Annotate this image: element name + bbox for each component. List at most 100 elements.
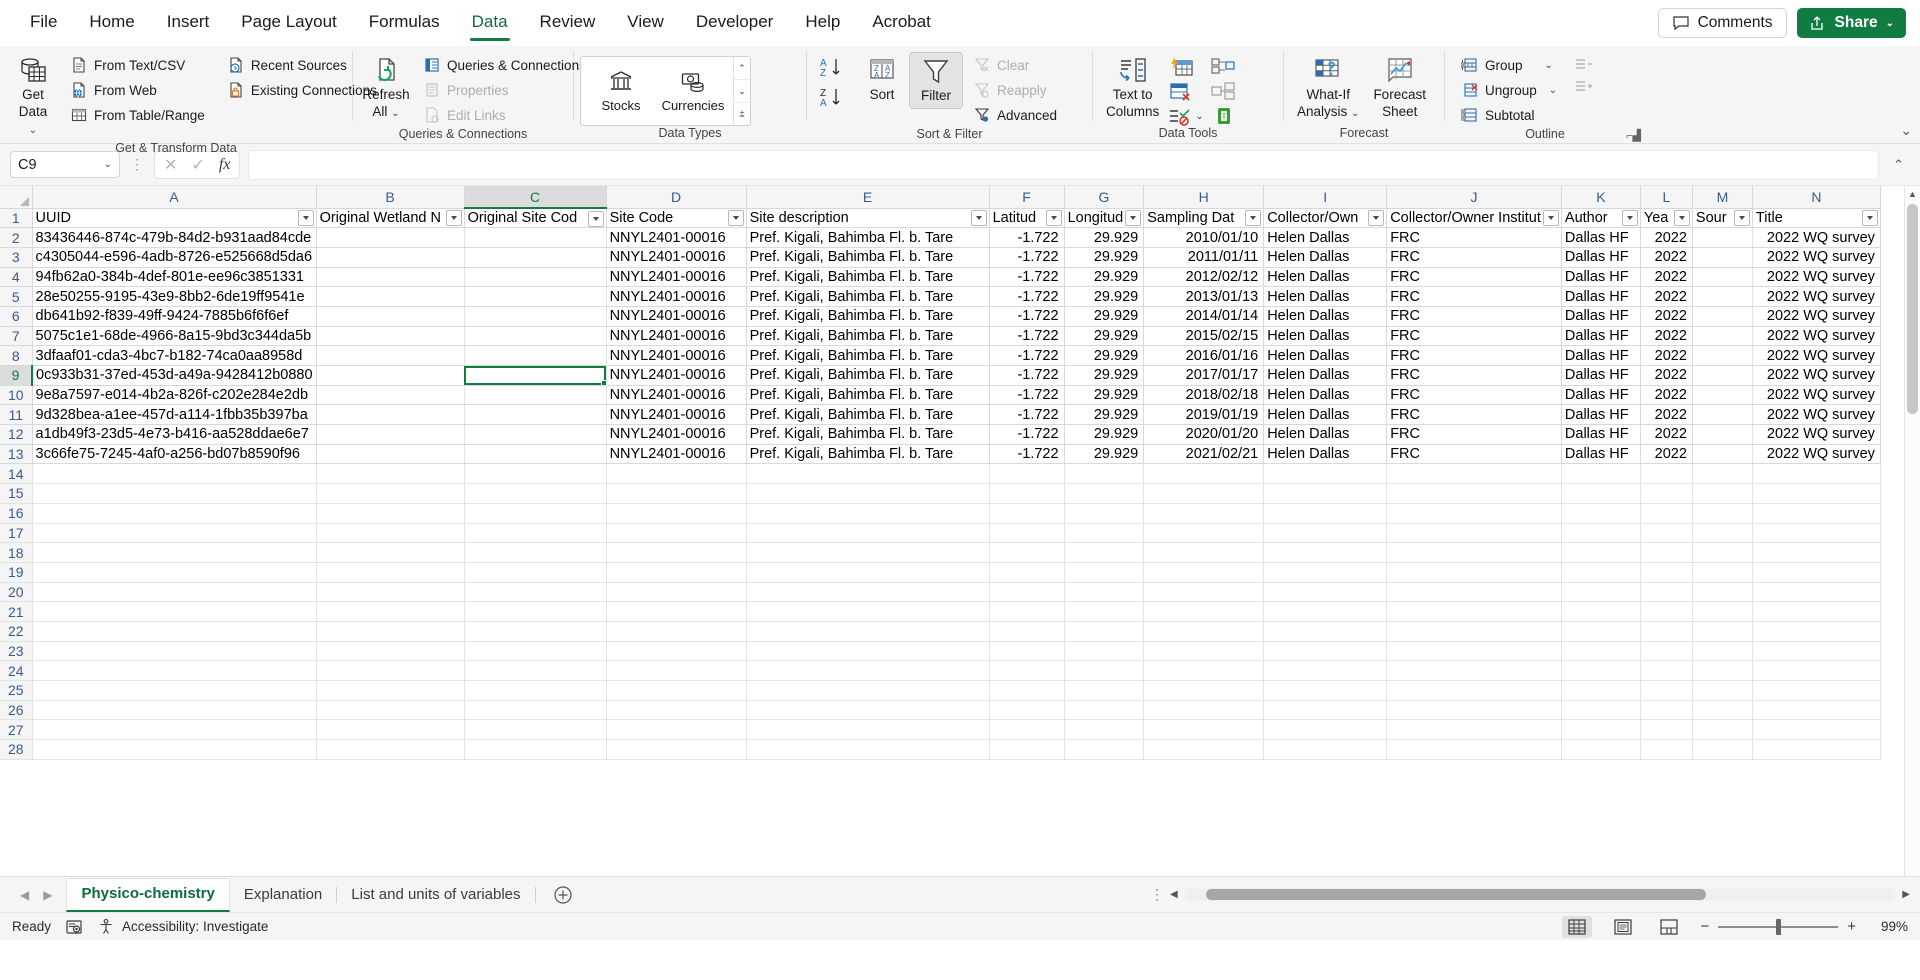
cell-N12[interactable]: 2022 WQ survey xyxy=(1752,424,1881,445)
normal-view-button[interactable] xyxy=(1562,915,1593,938)
column-filter-header-I[interactable]: Collector/Own xyxy=(1263,208,1388,229)
cell-M26[interactable] xyxy=(1692,700,1753,721)
row-header-19[interactable]: 19 xyxy=(0,562,33,583)
cell-N28[interactable] xyxy=(1752,739,1881,760)
cell-F21[interactable] xyxy=(989,601,1065,622)
row-header-17[interactable]: 17 xyxy=(0,523,33,544)
cell-I12[interactable]: Helen Dallas xyxy=(1263,424,1388,445)
cell-N17[interactable] xyxy=(1752,523,1881,544)
cell-D23[interactable] xyxy=(606,641,747,662)
cell-B24[interactable] xyxy=(316,660,465,681)
cell-L19[interactable] xyxy=(1640,562,1693,583)
cell-M6[interactable] xyxy=(1692,306,1753,327)
cell-M20[interactable] xyxy=(1692,582,1753,603)
column-header-J[interactable]: J xyxy=(1386,186,1562,209)
cell-H2[interactable]: 2010/01/10 xyxy=(1143,227,1265,248)
cell-J26[interactable] xyxy=(1386,700,1562,721)
cell-L6[interactable]: 2022 xyxy=(1640,306,1693,327)
cell-I2[interactable]: Helen Dallas xyxy=(1263,227,1388,248)
cell-G9[interactable]: 29.929 xyxy=(1064,365,1145,386)
cell-H17[interactable] xyxy=(1143,523,1265,544)
cell-K4[interactable]: Dallas HF xyxy=(1561,267,1641,288)
cell-B7[interactable] xyxy=(316,326,465,347)
cell-C28[interactable] xyxy=(464,739,607,760)
cell-J21[interactable] xyxy=(1386,601,1562,622)
cell-K2[interactable]: Dallas HF xyxy=(1561,227,1641,248)
formula-input[interactable] xyxy=(248,149,1880,180)
formula-bar-handle[interactable]: ⋮ xyxy=(128,156,146,173)
cell-H24[interactable] xyxy=(1143,660,1265,681)
row-header-12[interactable]: 12 xyxy=(0,424,33,445)
advanced-filter-button[interactable]: Advanced xyxy=(967,103,1063,127)
ribbon-tab-acrobat[interactable]: Acrobat xyxy=(856,6,947,41)
cell-M23[interactable] xyxy=(1692,641,1753,662)
cell-M13[interactable] xyxy=(1692,444,1753,465)
cell-B17[interactable] xyxy=(316,523,465,544)
cell-E9[interactable]: Pref. Kigali, Bahimba Fl. b. Tare xyxy=(746,365,990,386)
cell-B26[interactable] xyxy=(316,700,465,721)
row-header-24[interactable]: 24 xyxy=(0,660,33,681)
cell-G18[interactable] xyxy=(1064,542,1145,563)
cell-I15[interactable] xyxy=(1263,483,1388,504)
cell-M10[interactable] xyxy=(1692,385,1753,406)
cell-A23[interactable] xyxy=(32,641,317,662)
cell-F5[interactable]: -1.722 xyxy=(989,286,1065,307)
cell-L13[interactable]: 2022 xyxy=(1640,444,1693,465)
cell-F23[interactable] xyxy=(989,641,1065,662)
cell-J7[interactable]: FRC xyxy=(1386,326,1562,347)
cell-M28[interactable] xyxy=(1692,739,1753,760)
row-header-2[interactable]: 2 xyxy=(0,227,33,248)
cell-I14[interactable] xyxy=(1263,463,1388,485)
cell-K24[interactable] xyxy=(1561,660,1641,681)
row-header-20[interactable]: 20 xyxy=(0,582,33,603)
cell-K5[interactable]: Dallas HF xyxy=(1561,286,1641,307)
filter-dropdown-I[interactable] xyxy=(1368,210,1385,226)
cell-D21[interactable] xyxy=(606,601,747,622)
cell-D28[interactable] xyxy=(606,739,747,760)
cell-K10[interactable]: Dallas HF xyxy=(1561,385,1641,406)
cell-B18[interactable] xyxy=(316,542,465,563)
cell-H20[interactable] xyxy=(1143,582,1265,603)
accessibility-status[interactable]: Accessibility: Investigate xyxy=(97,918,268,936)
cell-D7[interactable]: NNYL2401-00016 xyxy=(606,326,747,347)
cell-J6[interactable]: FRC xyxy=(1386,306,1562,327)
cell-I4[interactable]: Helen Dallas xyxy=(1263,267,1388,288)
cell-D22[interactable] xyxy=(606,621,747,642)
cell-A5[interactable]: 28e50255-9195-43e9-8bb2-6de19ff9541e xyxy=(32,286,317,307)
cell-B23[interactable] xyxy=(316,641,465,662)
cell-N2[interactable]: 2022 WQ survey xyxy=(1752,227,1881,248)
cell-J28[interactable] xyxy=(1386,739,1562,760)
cell-I25[interactable] xyxy=(1263,680,1388,701)
group-button[interactable]: Group ⌄ xyxy=(1455,53,1563,77)
row-header-13[interactable]: 13 xyxy=(0,444,33,465)
column-header-G[interactable]: G xyxy=(1064,186,1145,209)
cell-D4[interactable]: NNYL2401-00016 xyxy=(606,267,747,288)
filter-dropdown-L[interactable] xyxy=(1673,210,1690,226)
cell-B22[interactable] xyxy=(316,621,465,642)
cell-L8[interactable]: 2022 xyxy=(1640,345,1693,366)
cell-M18[interactable] xyxy=(1692,542,1753,563)
cell-L27[interactable] xyxy=(1640,719,1693,741)
gallery-scrollbar[interactable]: ⌃ ⌄ ⩲ xyxy=(733,57,750,125)
cell-A21[interactable] xyxy=(32,601,317,622)
cell-L14[interactable] xyxy=(1640,463,1693,485)
relationships-icon[interactable] xyxy=(1210,81,1236,101)
cell-A16[interactable] xyxy=(32,503,317,524)
column-filter-header-N[interactable]: Title xyxy=(1752,208,1881,229)
cell-E11[interactable]: Pref. Kigali, Bahimba Fl. b. Tare xyxy=(746,404,990,426)
cell-N21[interactable] xyxy=(1752,601,1881,622)
sort-button[interactable]: Z A A Z Sort xyxy=(855,52,909,107)
filter-dropdown-K[interactable] xyxy=(1621,210,1638,226)
cell-K7[interactable]: Dallas HF xyxy=(1561,326,1641,347)
cell-C19[interactable] xyxy=(464,562,607,583)
cell-B27[interactable] xyxy=(316,719,465,741)
cell-M16[interactable] xyxy=(1692,503,1753,524)
cell-E26[interactable] xyxy=(746,700,990,721)
cell-G28[interactable] xyxy=(1064,739,1145,760)
cell-M24[interactable] xyxy=(1692,660,1753,681)
ungroup-button[interactable]: Ungroup ⌄ xyxy=(1455,78,1563,102)
column-filter-header-K[interactable]: Author xyxy=(1561,208,1641,229)
cell-L10[interactable]: 2022 xyxy=(1640,385,1693,406)
cell-H26[interactable] xyxy=(1143,700,1265,721)
cell-F11[interactable]: -1.722 xyxy=(989,404,1065,426)
